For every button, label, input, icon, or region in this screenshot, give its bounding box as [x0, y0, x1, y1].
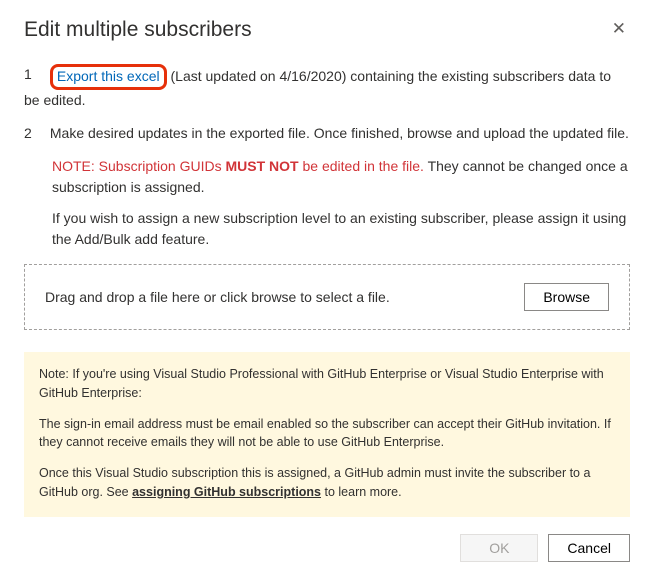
notice-p1: Note: If you're using Visual Studio Prof…	[39, 365, 615, 403]
step-2-wish: If you wish to assign a new subscription…	[52, 208, 630, 250]
cancel-button[interactable]: Cancel	[548, 534, 630, 562]
export-excel-link[interactable]: Export this excel	[57, 68, 160, 84]
dropzone-text: Drag and drop a file here or click brows…	[45, 289, 390, 305]
note-red-prefix: NOTE: Subscription GUIDs	[52, 158, 226, 174]
close-icon: ✕	[612, 19, 626, 38]
note-red-suffix: be edited in the file.	[299, 158, 424, 174]
assigning-github-link[interactable]: assigning GitHub subscriptions	[132, 485, 321, 499]
ok-button[interactable]: OK	[460, 534, 538, 562]
title-row: Edit multiple subscribers ✕	[24, 18, 630, 56]
browse-button[interactable]: Browse	[524, 283, 609, 311]
step-1: 1 Export this excel (Last updated on 4/1…	[24, 64, 630, 111]
note-red-bold: MUST NOT	[226, 158, 299, 174]
notice-p2: The sign-in email address must be email …	[39, 415, 615, 453]
note-red: NOTE: Subscription GUIDs MUST NOT be edi…	[52, 158, 428, 174]
step-2-note: NOTE: Subscription GUIDs MUST NOT be edi…	[52, 156, 630, 198]
dialog-footer: OK Cancel	[460, 534, 630, 562]
step-2-number: 2	[24, 123, 46, 144]
step-1-number: 1	[24, 64, 46, 85]
notice-p3: Once this Visual Studio subscription thi…	[39, 464, 615, 502]
step-2: 2 Make desired updates in the exported f…	[24, 123, 630, 144]
notice-p3-post: to learn more.	[321, 485, 402, 499]
step-2-text: Make desired updates in the exported fil…	[50, 125, 629, 141]
close-button[interactable]: ✕	[608, 18, 630, 39]
github-notice: Note: If you're using Visual Studio Prof…	[24, 352, 630, 517]
file-dropzone[interactable]: Drag and drop a file here or click brows…	[24, 264, 630, 330]
export-highlight: Export this excel	[50, 64, 167, 90]
edit-subscribers-dialog: Edit multiple subscribers ✕ 1 Export thi…	[0, 0, 654, 580]
dialog-title: Edit multiple subscribers	[24, 18, 252, 42]
